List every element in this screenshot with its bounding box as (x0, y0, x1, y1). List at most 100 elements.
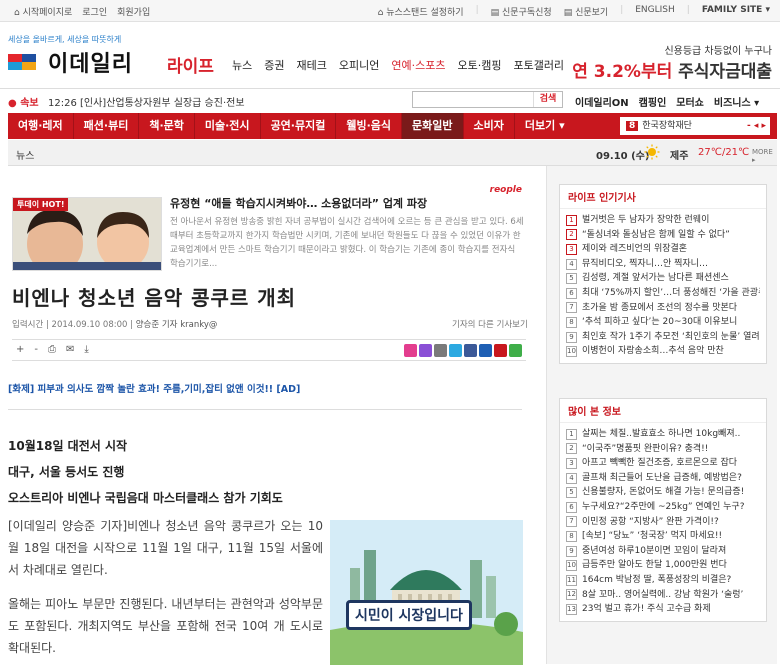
link-business[interactable]: 비즈니스 ▾ (714, 94, 759, 109)
list-item[interactable]: 10 이병헌이 자랑송소희…추석 음악 만찬 (566, 344, 760, 359)
nav-entertainment[interactable]: 연예·스포츠 (391, 57, 445, 73)
nav-news[interactable]: 뉴스 (232, 57, 252, 73)
list-item[interactable]: 9 최인호 작가 1주기 추모전 ‘최인호의 눈물’ 열려 (566, 330, 760, 345)
author-link[interactable]: 양승준 기자 kranky@ (136, 320, 218, 330)
list-item[interactable]: 4 뮤직비디오, 찍자니…안 찍자니… (566, 257, 760, 272)
home-link[interactable]: ⌂ 시작페이지로 (14, 5, 72, 18)
list-item[interactable]: 8 ‘추석 피하고 싶다’는 20~30대 이유보니 (566, 315, 760, 330)
breaking-news-bar: ● 속보 12:26 [인사]산업통상자원부 실장급 승진·전보 검색 이데일리… (0, 88, 780, 110)
promo-photo: 투데이 HOT! (12, 197, 162, 271)
search-input[interactable] (413, 92, 533, 107)
list-item[interactable]: 1 살찌는 체질..발효효소 하나면 10kg빼져.. (566, 427, 760, 442)
newsstand-link[interactable]: ⌂ 뉴스스탠드 설정하기 (378, 5, 464, 18)
login-link[interactable]: 로그인 (82, 5, 107, 18)
campaign-illustration[interactable]: 시민이 시장입니다 (330, 520, 523, 665)
house-icon: ⌂ (377, 8, 387, 18)
rank-keyword: 한국장학재단 (642, 121, 692, 131)
tab-consumer[interactable]: 소비자 (464, 113, 515, 139)
list-item[interactable]: 6 누구세요?“2주만에 ~25kg” 연예인 누구? (566, 500, 760, 515)
tab-musical[interactable]: 공연·뮤지컬 (261, 113, 337, 139)
divider (8, 409, 522, 410)
header-ad-banner[interactable]: 신용등급 차등없이 누구나 연 3.2%부터 주식자금대출 (572, 42, 772, 82)
list-item[interactable]: 7 이민정 공항 “지방사” 완판 가격이!? (566, 515, 760, 530)
rank-controls[interactable]: - ◂ ▸ (747, 117, 766, 135)
popular-list: 1 벌거벗은 두 남자가 장악한 런웨이 2 “돌싱녀와 돌싱남은 함께 일할 수 … (560, 209, 766, 363)
chevron-down-icon: ▾ (555, 119, 565, 132)
tab-art[interactable]: 미술·전시 (195, 113, 261, 139)
tab-wellbeing[interactable]: 웰빙·음식 (336, 113, 403, 139)
tab-books[interactable]: 책·문학 (139, 113, 195, 139)
english-link[interactable]: ENGLISH (635, 5, 675, 18)
weather-city: 제주 (670, 151, 689, 162)
font-decrease-icon[interactable]: - (34, 344, 38, 355)
list-item[interactable]: 5 신용불량자, 돈없어도 해결 가능! 문의급증! (566, 485, 760, 500)
link-edailyon[interactable]: 이데일리ON (575, 94, 629, 109)
print-icon[interactable]: ⎙ (48, 344, 56, 355)
message-icon[interactable] (434, 344, 447, 357)
other-articles-link[interactable]: 기자의 다른 기사보기 (452, 318, 528, 330)
nav-stock[interactable]: 증권 (264, 57, 284, 73)
family-site-dropdown[interactable]: FAMILY SITE ▾ (702, 5, 770, 18)
list-item[interactable]: 7 초가을 밤 종묘에서 조선의 정수를 맛본다 (566, 301, 760, 316)
bullet-icon: ● (8, 98, 21, 109)
search-button[interactable]: 검색 (533, 92, 562, 107)
rank-number: 8 (626, 121, 639, 131)
tab-fashion[interactable]: 패션·뷰티 (74, 113, 140, 139)
list-item[interactable]: 1 벌거벗은 두 남자가 장악한 런웨이 (566, 213, 760, 228)
email-icon[interactable]: ✉ (66, 344, 74, 355)
google-icon[interactable] (509, 344, 522, 357)
list-item[interactable]: 13 23억 벌고 휴가! 주식 고수급 화제 (566, 602, 760, 617)
list-item[interactable]: 4 골프채 최근들어 도난을 급증해, 예방법은? (566, 471, 760, 486)
keyword-ranking[interactable]: 8 한국장학재단 - ◂ ▸ (620, 117, 770, 135)
tab-travel[interactable]: 여행·레저 (8, 113, 74, 139)
weather-date: 09.10 (수) (596, 151, 650, 162)
breaking-news-link[interactable]: 12:26 [인사]산업통상자원부 실장급 승진·전보 (48, 94, 245, 109)
list-item[interactable]: 3 제이와 레즈비언의 위장결혼 (566, 242, 760, 257)
subscribe-link[interactable]: ▤ 신문구독신청 (491, 5, 552, 18)
nav-photo[interactable]: 포토갤러리 (513, 57, 564, 73)
list-item[interactable]: 2 “이국주”명품핏 완판이유? 충격!! (566, 442, 760, 457)
today-hot-promo[interactable]: 투데이 HOT! 유정현 “애들 학습지시켜봐야… 소용없더라” 업계 파장 전… (12, 195, 524, 275)
home-icon: ⌂ (14, 8, 23, 18)
chevron-down-icon: ▾ (762, 5, 770, 15)
paper-link[interactable]: ▤ 신문보기 (564, 5, 609, 18)
list-item[interactable]: 8 [속보] “당뇨” ‘청국장’ 먹지 마세요!! (566, 529, 760, 544)
band-icon[interactable] (419, 344, 432, 357)
site-logo[interactable]: 이데일리 (8, 46, 133, 78)
list-item[interactable]: 2 “돌싱녀와 돌싱남은 함께 일할 수 없다” (566, 228, 760, 243)
text-ad-link[interactable]: [화제] 피부과 의사도 깜짝 놀란 효과! 주름,기미,잡티 없앤 이것!! … (8, 381, 300, 395)
most-viewed-list: 1 살찌는 체질..발효효소 하나면 10kg빼져.. 2 “이국주”명품핏 완판이… (560, 423, 766, 621)
list-item[interactable]: 11 164cm 박남정 딸, 폭풍성장의 비결은? (566, 573, 760, 588)
me2day-icon[interactable] (479, 344, 492, 357)
list-item[interactable]: 10 급등주만 알아도 한달 1,000만원 번다 (566, 558, 760, 573)
section-life[interactable]: 라이프 (167, 52, 214, 77)
weather-more-link[interactable]: MORE ▸ (752, 148, 777, 164)
breaking-tag: ● 속보 (8, 98, 39, 109)
list-item[interactable]: 3 아프고 빽빽한 질건조증, 호르몬으로 잡다 (566, 456, 760, 471)
twitter-icon[interactable] (449, 344, 462, 357)
font-increase-icon[interactable]: + (16, 344, 24, 355)
tab-culture[interactable]: 문화일반 (402, 113, 464, 139)
link-camping[interactable]: 캠핑인 (639, 94, 667, 109)
top-utility-bar: ⌂ 시작페이지로 로그인 회원가입 ⌂ 뉴스스탠드 설정하기 | ▤ 신문구독신… (0, 0, 780, 22)
list-item[interactable]: 6 최대 ‘75%까지 할인’…더 풍성해진 ‘가을 관광주간’ (566, 286, 760, 301)
main-nav: 뉴스 증권 재테크 오피니언 연예·스포츠 오토·캠핑 포토갤러리 (232, 57, 564, 73)
download-icon[interactable]: ⤓ (84, 344, 88, 355)
pinterest-icon[interactable] (494, 344, 507, 357)
tab-more[interactable]: 더보기 ▾ (515, 113, 575, 139)
list-item[interactable]: 12 8살 꼬마.. 영어실력에.. 강남 학원가 ‘술렁’ (566, 588, 760, 603)
most-viewed-title: 많이 본 정보 (560, 399, 766, 423)
list-item[interactable]: 5 김성령, 계절 앞서가는 남다른 패션센스 (566, 271, 760, 286)
kakaostory-icon[interactable] (404, 344, 417, 357)
nav-opinion[interactable]: 오피니언 (339, 57, 379, 73)
logo-mark-icon (8, 50, 42, 74)
reople-logo: reople (489, 185, 522, 195)
join-link[interactable]: 회원가입 (117, 5, 150, 18)
link-motorshow[interactable]: 모터쇼 (676, 94, 704, 109)
nav-finance[interactable]: 재테크 (297, 57, 327, 73)
facebook-icon[interactable] (464, 344, 477, 357)
list-item[interactable]: 9 중년여성 하루10분이면 꼬임이 달라져 (566, 544, 760, 559)
nav-auto[interactable]: 오토·캠핑 (457, 57, 501, 73)
breadcrumb: 뉴스 (16, 151, 35, 162)
right-sidebar: 라이프 인기기사 1 벌거벗은 두 남자가 장악한 런웨이 2 “돌싱녀와 돌싱남은… (546, 166, 777, 664)
